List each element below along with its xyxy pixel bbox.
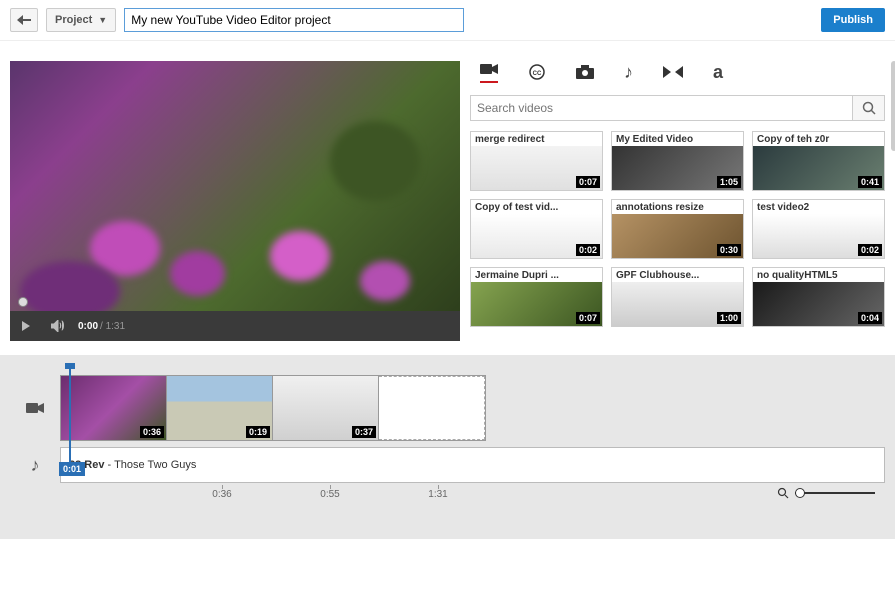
cue-dot-icon (18, 297, 28, 307)
video-thumb[interactable]: annotations resize 0:30 (611, 199, 744, 259)
thumb-duration: 0:07 (576, 176, 600, 188)
clip-duration: 0:19 (246, 426, 270, 438)
audio-track[interactable]: 33 Rev - Those Two Guys (60, 447, 885, 483)
thumb-title: merge redirect (471, 132, 602, 147)
transition-icon (663, 66, 683, 78)
thumb-duration: 0:07 (576, 312, 600, 324)
search-input[interactable] (470, 95, 853, 121)
search-icon (862, 101, 876, 115)
thumb-title: test video2 (753, 200, 884, 215)
zoom-slider-knob[interactable] (795, 488, 805, 498)
video-camera-icon (480, 62, 498, 76)
video-thumb[interactable]: My Edited Video 1:05 (611, 131, 744, 191)
thumb-title: GPF Clubhouse... (612, 268, 743, 283)
timeline-panel: 0:01 0:36 0:19 0:37 ♪ 33 Rev - Those Two G… (0, 355, 895, 539)
clip-duration: 0:36 (140, 426, 164, 438)
thumb-title: Copy of test vid... (471, 200, 602, 215)
audio-title-label: - Those Two Guys (104, 459, 196, 471)
media-library: CC ♪ a merge redirect 0:07 My Edited Video… (470, 61, 885, 341)
timeline-clip[interactable]: 0:36 (61, 376, 167, 440)
volume-icon (51, 320, 65, 332)
tab-my-videos[interactable] (480, 61, 498, 83)
thumb-duration: 0:02 (576, 244, 600, 256)
thumb-title: Copy of teh z0r (753, 132, 884, 147)
zoom-control[interactable] (777, 487, 875, 499)
video-thumb[interactable]: merge redirect 0:07 (470, 131, 603, 191)
thumb-duration: 0:02 (858, 244, 882, 256)
play-button[interactable] (14, 314, 38, 338)
cc-icon: CC (528, 64, 546, 80)
playhead-time-label: 0:01 (59, 462, 85, 476)
video-thumb[interactable]: Copy of teh z0r 0:41 (752, 131, 885, 191)
thumb-title: annotations resize (612, 200, 743, 215)
svg-text:CC: CC (533, 71, 542, 77)
preview-frame (10, 61, 460, 341)
thumb-duration: 1:00 (717, 312, 741, 324)
magnifier-icon (777, 487, 789, 499)
ruler-mark: 0:36 (168, 489, 276, 509)
camera-icon (576, 65, 594, 79)
video-thumb[interactable]: Jermaine Dupri ... 0:07 (470, 267, 603, 327)
tab-cc[interactable]: CC (528, 61, 546, 83)
tab-text[interactable]: a (713, 61, 723, 83)
tab-audio[interactable]: ♪ (624, 61, 633, 83)
playhead[interactable] (69, 369, 71, 463)
player-controls: 0:00 / 1:31 (10, 311, 460, 341)
thumb-title: Jermaine Dupri ... (471, 268, 602, 283)
timeline-clip[interactable]: 0:19 (167, 376, 273, 440)
video-thumb[interactable]: GPF Clubhouse... 1:00 (611, 267, 744, 327)
search-button[interactable] (853, 95, 885, 121)
ruler-mark: 0:55 (276, 489, 384, 509)
project-dropdown-label: Project (55, 14, 92, 26)
play-icon (20, 320, 32, 332)
video-grid: merge redirect 0:07 My Edited Video 1:05 Cop… (470, 131, 885, 327)
music-note-icon: ♪ (31, 455, 40, 476)
volume-button[interactable] (46, 314, 70, 338)
header-bar: Project ▼ Publish (0, 0, 895, 41)
thumb-duration: 1:05 (717, 176, 741, 188)
video-thumb[interactable]: no qualityHTML5 0:04 (752, 267, 885, 327)
library-scrollbar[interactable] (891, 61, 895, 151)
clip-duration: 0:37 (352, 426, 376, 438)
back-button[interactable] (10, 8, 38, 32)
video-thumb[interactable]: test video2 0:02 (752, 199, 885, 259)
timeline-clip[interactable]: 0:37 (273, 376, 379, 440)
video-thumb[interactable]: Copy of test vid... 0:02 (470, 199, 603, 259)
thumb-title: no qualityHTML5 (753, 268, 884, 283)
video-camera-icon (26, 401, 44, 415)
video-track-icon (10, 401, 60, 415)
ruler-mark: 1:31 (384, 489, 492, 509)
tab-photos[interactable] (576, 61, 594, 83)
thumb-duration: 0:41 (858, 176, 882, 188)
back-arrow-icon (17, 15, 31, 25)
project-dropdown[interactable]: Project ▼ (46, 8, 116, 32)
thumb-title: My Edited Video (612, 132, 743, 147)
music-note-icon: ♪ (624, 63, 633, 81)
library-tabs: CC ♪ a (470, 61, 885, 91)
text-a-icon: a (713, 63, 723, 81)
zoom-slider[interactable] (795, 492, 875, 494)
tab-transitions[interactable] (663, 61, 683, 83)
duration-label: / 1:31 (100, 321, 125, 332)
clip-drop-zone[interactable] (379, 376, 485, 440)
video-track[interactable]: 0:36 0:19 0:37 (60, 375, 486, 441)
thumb-duration: 0:04 (858, 312, 882, 324)
time-ruler[interactable]: 0:360:551:31 (60, 489, 885, 509)
project-title-input[interactable] (124, 8, 464, 32)
thumb-duration: 0:30 (717, 244, 741, 256)
caret-down-icon: ▼ (98, 15, 107, 25)
preview-player: 0:00 / 1:31 (10, 61, 460, 341)
audio-track-icon: ♪ (10, 455, 60, 476)
current-time-label: 0:00 (78, 321, 98, 332)
publish-button[interactable]: Publish (821, 8, 885, 32)
